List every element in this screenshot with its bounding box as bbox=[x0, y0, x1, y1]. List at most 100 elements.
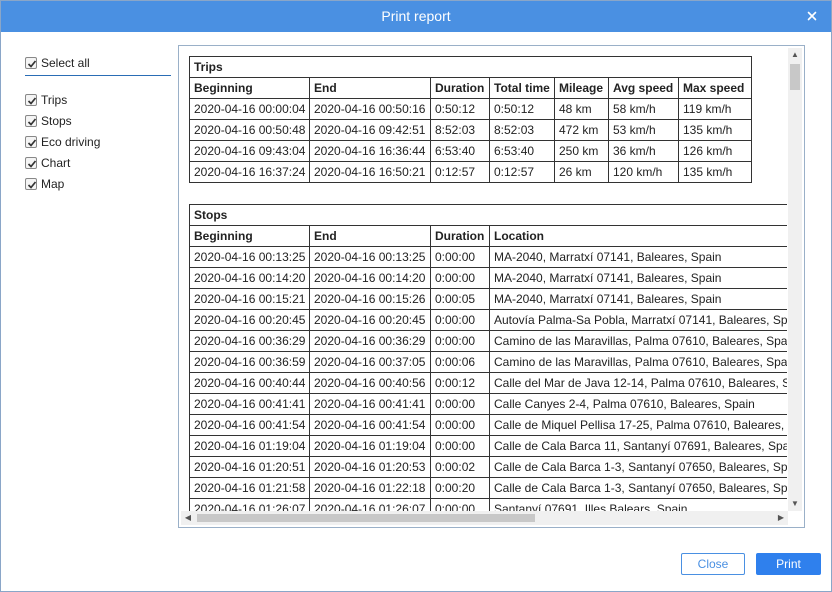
trips-table-title: Trips bbox=[189, 56, 753, 78]
select-all-option[interactable]: Select all bbox=[25, 53, 171, 76]
table-cell: 2020-04-16 00:13:25 bbox=[189, 246, 310, 268]
table-row: 2020-04-16 00:13:25 2020-04-16 00:13:25 0:… bbox=[189, 246, 787, 268]
table-cell: 0:50:12 bbox=[489, 98, 555, 120]
table-cell: 2020-04-16 00:36:29 bbox=[189, 330, 310, 352]
table-cell: 6:53:40 bbox=[489, 140, 555, 162]
column-header: End bbox=[309, 225, 431, 247]
table-cell: Calle Canyes 2-4, Palma 07610, Baleares,… bbox=[488, 393, 787, 415]
section-option-label: Chart bbox=[41, 156, 71, 170]
column-header: End bbox=[309, 77, 431, 99]
horizontal-scroll-thumb[interactable] bbox=[197, 514, 535, 522]
column-header: Location bbox=[488, 225, 787, 247]
select-all-label: Select all bbox=[41, 56, 90, 70]
table-cell: Santanyí 07691, Illes Balears, Spain bbox=[488, 498, 787, 511]
table-cell: 250 km bbox=[554, 140, 609, 162]
scroll-down-icon[interactable]: ▼ bbox=[788, 497, 802, 511]
table-cell: 0:00:00 bbox=[430, 330, 490, 352]
table-row: 2020-04-16 00:41:41 2020-04-16 00:41:41 0:… bbox=[189, 393, 787, 415]
table-cell: 0:00:00 bbox=[430, 246, 490, 268]
section-checkbox[interactable] bbox=[25, 94, 37, 106]
table-cell: 0:50:12 bbox=[430, 98, 490, 120]
horizontal-scrollbar[interactable]: ◀ ▶ bbox=[181, 511, 788, 525]
dialog-title: Print report bbox=[381, 8, 451, 24]
table-cell: Camino de las Maravillas, Palma 07610, B… bbox=[488, 330, 787, 352]
section-option-trips[interactable]: Trips bbox=[25, 90, 171, 111]
table-cell: 126 km/h bbox=[677, 140, 753, 162]
scroll-up-icon[interactable]: ▲ bbox=[788, 48, 802, 62]
checkmark-icon bbox=[27, 160, 37, 168]
table-row: 2020-04-16 01:20:51 2020-04-16 01:20:53 0:… bbox=[189, 456, 787, 478]
table-cell: 2020-04-16 00:41:54 bbox=[189, 414, 310, 436]
table-row: 2020-04-16 01:26:07 2020-04-16 01:26:07 0:… bbox=[189, 498, 787, 511]
section-option-stops[interactable]: Stops bbox=[25, 111, 171, 132]
table-cell: MA-2040, Marratxí 07141, Baleares, Spain bbox=[488, 267, 787, 289]
table-cell: 36 km/h bbox=[608, 140, 679, 162]
section-checkbox[interactable] bbox=[25, 178, 37, 190]
close-button[interactable]: Close bbox=[681, 553, 745, 575]
trips-caption-row: Trips bbox=[189, 56, 753, 78]
table-cell: 26 km bbox=[554, 161, 609, 183]
section-option-label: Map bbox=[41, 177, 65, 191]
vertical-scroll-thumb[interactable] bbox=[790, 64, 800, 90]
print-button[interactable]: Print bbox=[756, 553, 821, 575]
table-cell: 2020-04-16 09:42:51 bbox=[309, 119, 431, 141]
table-cell: 2020-04-16 00:37:05 bbox=[309, 351, 431, 373]
stops-table: Stops Beginning End Duration Location 2020-04… bbox=[189, 204, 787, 511]
table-cell: Calle de Cala Barca 11, Santanyí 07691, … bbox=[488, 435, 787, 457]
scroll-left-icon[interactable]: ◀ bbox=[181, 511, 195, 525]
vertical-scrollbar[interactable]: ▲ ▼ bbox=[788, 48, 802, 511]
trips-header-row: Beginning End Duration Total time Mileage Avg… bbox=[189, 77, 753, 99]
report-preview[interactable]: Trips Beginning End Duration Total time Milea… bbox=[178, 45, 805, 528]
table-cell: MA-2040, Marratxí 07141, Baleares, Spain bbox=[488, 246, 787, 268]
table-cell: 2020-04-16 00:14:20 bbox=[309, 267, 431, 289]
column-header: Beginning bbox=[189, 77, 310, 99]
table-cell: 2020-04-16 00:40:56 bbox=[309, 372, 431, 394]
section-option-label: Stops bbox=[41, 114, 72, 128]
table-cell: 135 km/h bbox=[677, 119, 753, 141]
column-header: Duration bbox=[430, 77, 490, 99]
table-cell: Calle de Cala Barca 1-3, Santanyí 07650,… bbox=[488, 456, 787, 478]
section-option-eco-driving[interactable]: Eco driving bbox=[25, 132, 171, 153]
table-cell: 0:12:57 bbox=[430, 161, 490, 183]
report-preview-viewport: Trips Beginning End Duration Total time Milea… bbox=[189, 56, 787, 511]
table-cell: 2020-04-16 16:36:44 bbox=[309, 140, 431, 162]
scroll-right-icon[interactable]: ▶ bbox=[774, 511, 788, 525]
table-cell: 0:00:00 bbox=[430, 267, 490, 289]
table-row: 2020-04-16 00:20:45 2020-04-16 00:20:45 0:… bbox=[189, 309, 787, 331]
stops-header-row: Beginning End Duration Location bbox=[189, 225, 787, 247]
table-row: 2020-04-16 00:40:44 2020-04-16 00:40:56 0:… bbox=[189, 372, 787, 394]
table-cell: 2020-04-16 01:26:07 bbox=[189, 498, 310, 511]
table-row: 2020-04-16 00:36:59 2020-04-16 00:37:05 0:… bbox=[189, 351, 787, 373]
table-row: 2020-04-16 09:43:04 2020-04-16 16:36:44 6:… bbox=[189, 140, 753, 162]
table-cell: 48 km bbox=[554, 98, 609, 120]
table-cell: 2020-04-16 00:41:41 bbox=[189, 393, 310, 415]
table-row: 2020-04-16 01:19:04 2020-04-16 01:19:04 0:… bbox=[189, 435, 787, 457]
table-cell: 2020-04-16 01:19:04 bbox=[309, 435, 431, 457]
section-checkbox[interactable] bbox=[25, 136, 37, 148]
table-row: 2020-04-16 16:37:24 2020-04-16 16:50:21 0:… bbox=[189, 161, 753, 183]
table-cell: 8:52:03 bbox=[430, 119, 490, 141]
section-option-chart[interactable]: Chart bbox=[25, 153, 171, 174]
table-cell: 2020-04-16 01:26:07 bbox=[309, 498, 431, 511]
close-icon[interactable] bbox=[805, 9, 819, 23]
table-cell: 2020-04-16 00:40:44 bbox=[189, 372, 310, 394]
stops-table-title: Stops bbox=[189, 204, 787, 226]
trips-table: Trips Beginning End Duration Total time Milea… bbox=[189, 56, 753, 183]
checkmark-icon bbox=[27, 139, 37, 147]
table-row: 2020-04-16 00:15:21 2020-04-16 00:15:26 0:… bbox=[189, 288, 787, 310]
table-cell: 2020-04-16 00:20:45 bbox=[189, 309, 310, 331]
section-checkbox[interactable] bbox=[25, 115, 37, 127]
table-cell: 472 km bbox=[554, 119, 609, 141]
dialog-titlebar: Print report bbox=[1, 1, 831, 32]
section-option-map[interactable]: Map bbox=[25, 174, 171, 195]
table-cell: 2020-04-16 00:15:26 bbox=[309, 288, 431, 310]
select-all-checkbox[interactable] bbox=[25, 57, 37, 69]
table-cell: 2020-04-16 01:20:51 bbox=[189, 456, 310, 478]
column-header: Beginning bbox=[189, 225, 310, 247]
table-cell: 2020-04-16 01:20:53 bbox=[309, 456, 431, 478]
section-checkbox[interactable] bbox=[25, 157, 37, 169]
table-cell: 2020-04-16 00:15:21 bbox=[189, 288, 310, 310]
checkmark-icon bbox=[27, 60, 37, 68]
section-option-label: Eco driving bbox=[41, 135, 101, 149]
column-header: Mileage bbox=[554, 77, 609, 99]
